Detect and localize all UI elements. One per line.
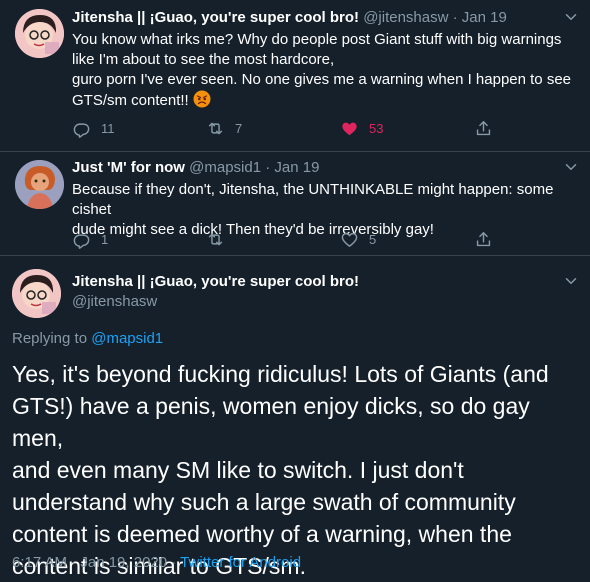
share-icon (474, 119, 493, 138)
display-name[interactable]: Just 'M' for now (72, 159, 185, 176)
tweet-text-line: like I'm about to see the most hardcore, (72, 51, 335, 68)
tweet-text-line: Yes, it's beyond fucking ridiculus! Lots… (12, 361, 549, 387)
like-icon (340, 119, 359, 138)
retweet-count: 7 (235, 120, 243, 136)
tweet-date[interactable]: Jan 19 (462, 9, 507, 26)
retweet-icon (206, 119, 225, 138)
tweet-text-line: GTS/sm content!! (72, 90, 577, 111)
replying-to-label: Replying to (12, 330, 92, 347)
chevron-down-icon[interactable] (562, 158, 580, 176)
retweet-icon (206, 230, 225, 249)
user-handle[interactable]: @jitenshasw (363, 9, 448, 26)
display-name[interactable]: Jitensha || ¡Guao, you're super cool bro… (72, 9, 359, 26)
replying-to: Replying to @mapsid1 (12, 329, 163, 349)
tweet-actions: 11 7 53 (72, 118, 577, 138)
tweet-text-line: You know what irks me? Why do people pos… (72, 31, 562, 48)
chevron-down-icon[interactable] (562, 8, 580, 26)
tweet-text-line: content is deemed worthy of a warning, w… (12, 521, 512, 547)
tweet-text-line: GTS!) have a penis, women enjoy dicks, s… (12, 393, 530, 451)
tweet-date[interactable]: Jan 19 (274, 159, 319, 176)
reply-count: 1 (101, 231, 109, 247)
retweet-button[interactable] (206, 229, 235, 249)
tweet-just-m[interactable]: Just 'M' for now @mapsid1 · Jan 19 Becau… (0, 152, 590, 252)
tweet-text-line: Because if they don't, Jitensha, the UNT… (72, 181, 554, 218)
tweet-text-line: guro porn I've ever seen. No one gives m… (72, 71, 572, 88)
reply-icon (72, 119, 91, 138)
reply-button[interactable]: 1 (72, 229, 108, 249)
chevron-down-icon[interactable] (562, 272, 580, 290)
like-count: 5 (369, 231, 377, 247)
source-link[interactable]: Twitter for Android (180, 554, 301, 571)
avatar[interactable] (15, 160, 64, 209)
avatar[interactable] (15, 9, 64, 58)
separator-dot: · (265, 159, 271, 176)
reply-button[interactable]: 11 (72, 118, 115, 138)
like-icon (340, 230, 359, 249)
like-count: 53 (369, 120, 384, 136)
like-button[interactable]: 53 (340, 118, 383, 138)
mention-link[interactable]: @mapsid1 (91, 330, 163, 347)
reply-count: 11 (101, 120, 115, 136)
main-tweet-text: Yes, it's beyond fucking ridiculus! Lots… (12, 358, 578, 582)
tweet-text-line: understand why such a large swath of com… (12, 489, 516, 515)
share-button[interactable] (474, 118, 493, 138)
display-name[interactable]: Jitensha || ¡Guao, you're super cool bro… (72, 272, 359, 292)
retweet-button[interactable]: 7 (206, 118, 242, 138)
user-handle[interactable]: @mapsid1 (189, 159, 261, 176)
share-icon (474, 230, 493, 249)
separator-dot: · (452, 9, 458, 26)
like-button[interactable]: 5 (340, 229, 376, 249)
main-tweet-header: Jitensha || ¡Guao, you're super cool bro… (72, 272, 359, 312)
share-button[interactable] (474, 229, 493, 249)
tweet-jitensha-first[interactable]: Jitensha || ¡Guao, you're super cool bro… (0, 0, 590, 152)
tweet-header: Jitensha || ¡Guao, you're super cool bro… (72, 8, 507, 28)
tweet-meta: 6:17 AM · Jan 19, 2020 · Twitter for And… (12, 553, 301, 573)
avatar[interactable] (12, 269, 61, 318)
user-handle[interactable]: @jitenshasw (72, 292, 359, 312)
timestamp[interactable]: 6:17 AM · Jan 19, 2020 · (12, 554, 180, 571)
tweet-actions: 1 5 (72, 229, 577, 249)
tweet-text-line: and even many SM like to switch. I just … (12, 457, 464, 483)
tweet-text: You know what irks me? Why do people pos… (72, 30, 577, 111)
tweet-header: Just 'M' for now @mapsid1 · Jan 19 (72, 158, 319, 178)
angry-face-emoji (193, 90, 211, 108)
reply-icon (72, 230, 91, 249)
